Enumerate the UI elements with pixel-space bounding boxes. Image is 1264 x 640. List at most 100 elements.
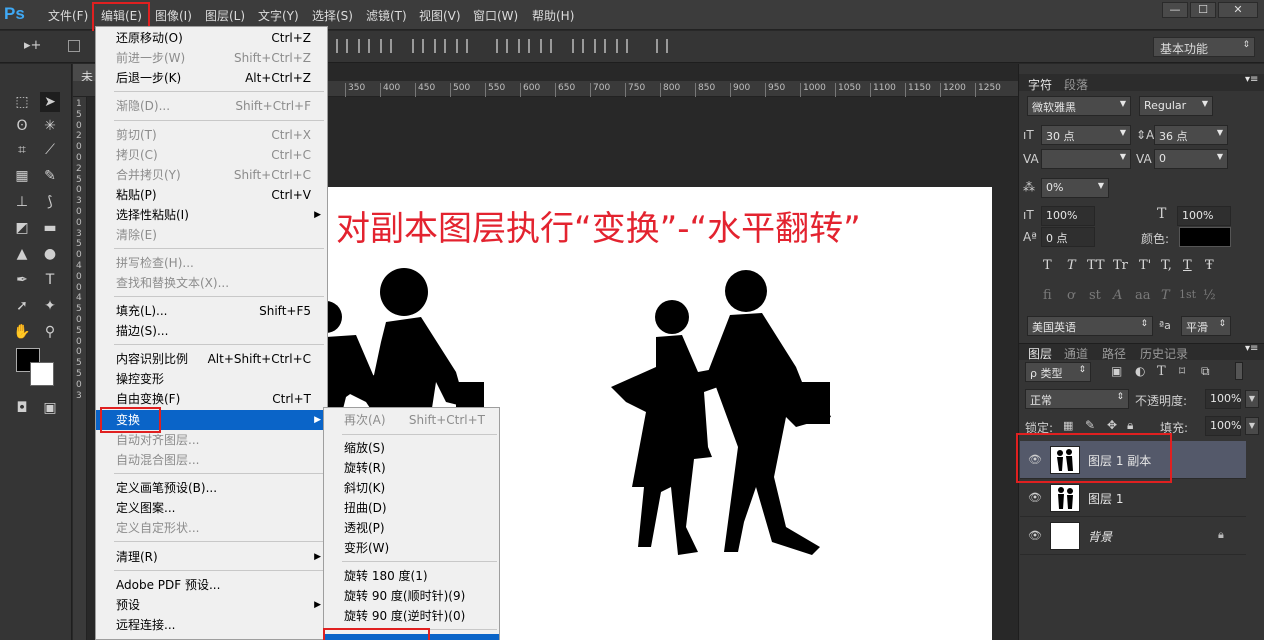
baseline-shift-field[interactable]: 0 点 xyxy=(1041,227,1095,247)
auto-align-icon[interactable] xyxy=(656,39,668,53)
discretionary-ligatures-icon[interactable]: st xyxy=(1089,288,1101,303)
submenu-item-rotate-90-ccw[interactable]: 旋转 90 度(逆时针)(0) xyxy=(324,606,499,626)
eraser-tool-icon[interactable]: ◩ xyxy=(12,218,32,238)
font-style-select[interactable]: Regular ▼ xyxy=(1139,96,1213,116)
opacity-field[interactable]: 100% xyxy=(1205,389,1241,409)
menu-type[interactable]: 文字(Y) xyxy=(258,7,299,24)
menu-layer[interactable]: 图层(L) xyxy=(205,7,245,24)
submenu-item-warp[interactable]: 变形(W) xyxy=(324,538,499,558)
menu-item-content-aware-scale[interactable]: 内容识别比例 Alt+Shift+Ctrl+C xyxy=(96,349,327,369)
screen-mode-icon[interactable]: ▣ xyxy=(40,398,60,418)
ligatures-icon[interactable]: fi xyxy=(1043,288,1052,303)
close-icon[interactable]: ✕ xyxy=(1218,2,1258,18)
menu-item-fade[interactable]: 渐隐(D)... Shift+Ctrl+F xyxy=(96,96,327,116)
menu-view[interactable]: 视图(V) xyxy=(419,7,461,24)
subscript-icon[interactable]: T, xyxy=(1161,258,1172,273)
font-size-field[interactable]: 30 点 ▼ xyxy=(1041,125,1131,145)
clone-stamp-tool-icon[interactable]: ⊥ xyxy=(12,192,32,212)
submenu-item-distort[interactable]: 扭曲(D) xyxy=(324,498,499,518)
submenu-item-scale[interactable]: 缩放(S) xyxy=(324,438,499,458)
menu-item-puppet-warp[interactable]: 操控变形 xyxy=(96,369,327,389)
align-icon[interactable] xyxy=(336,39,348,53)
blend-mode-select[interactable]: 正常 ⇕ xyxy=(1025,389,1129,409)
menu-item-remote-connections[interactable]: 远程连接... xyxy=(96,615,327,635)
menu-item-spell-check[interactable]: 拼写检查(H)... xyxy=(96,253,327,273)
menu-item-fill[interactable]: 填充(L)... Shift+F5 xyxy=(96,301,327,321)
path-selection-tool-icon[interactable]: ➚ xyxy=(12,296,32,316)
menu-file[interactable]: 文件(F) xyxy=(48,7,88,24)
dodge-tool-icon[interactable]: ● xyxy=(40,244,60,264)
submenu-item-rotate-180[interactable]: 旋转 180 度(1) xyxy=(324,566,499,586)
eye-icon[interactable]: 👁︎ xyxy=(1028,491,1042,505)
marquee-tool-icon[interactable]: ⬚ xyxy=(12,92,32,112)
menu-help[interactable]: 帮助(H) xyxy=(532,7,574,24)
healing-brush-tool-icon[interactable]: ▦ xyxy=(12,166,32,186)
ordinals-icon[interactable]: 1st xyxy=(1179,288,1196,301)
menu-select[interactable]: 选择(S) xyxy=(312,7,353,24)
fractions-icon[interactable]: ½ xyxy=(1203,288,1216,303)
menu-item-find-replace[interactable]: 查找和替换文本(X)... xyxy=(96,273,327,293)
lock-all-icon[interactable]: 🔒︎ xyxy=(1127,418,1133,433)
hand-tool-icon[interactable]: ✋ xyxy=(12,322,32,342)
filter-type-icon[interactable]: T xyxy=(1157,364,1166,379)
workspace-select[interactable]: 基本功能 ⇕ xyxy=(1153,37,1255,57)
menu-window[interactable]: 窗口(W) xyxy=(473,7,518,24)
magic-wand-tool-icon[interactable]: ✳ xyxy=(40,116,60,136)
brush-tool-icon[interactable]: ✎ xyxy=(40,166,60,186)
filter-shape-icon[interactable]: ⌑ xyxy=(1179,364,1185,378)
menu-item-free-transform[interactable]: 自由变换(F) Ctrl+T xyxy=(96,389,327,409)
submenu-item-skew[interactable]: 斜切(K) xyxy=(324,478,499,498)
menu-item-undo[interactable]: 还原移动(O) Ctrl+Z xyxy=(96,28,327,48)
distribute-icon[interactable] xyxy=(496,39,508,53)
eyedropper-tool-icon[interactable]: ⟋ xyxy=(40,140,60,160)
panel-menu-icon[interactable]: ▾≡ xyxy=(1245,343,1258,354)
menu-item-paste-special[interactable]: 选择性粘贴(I) ▶ xyxy=(96,205,327,225)
distribute-icon[interactable] xyxy=(616,39,628,53)
text-color-swatch[interactable] xyxy=(1179,227,1231,247)
submenu-item-rotate-90-cw[interactable]: 旋转 90 度(顺时针)(9) xyxy=(324,586,499,606)
align-icon[interactable] xyxy=(358,39,370,53)
menu-item-clear[interactable]: 清除(E) xyxy=(96,225,327,245)
move-tool-icon[interactable]: ▸+ xyxy=(24,38,41,53)
minimize-icon[interactable]: — xyxy=(1162,2,1188,18)
distribute-icon[interactable] xyxy=(518,39,530,53)
underline-icon[interactable]: T xyxy=(1183,258,1192,273)
swash-icon[interactable]: A xyxy=(1113,288,1122,303)
language-select[interactable]: 美国英语 ⇕ xyxy=(1027,316,1153,336)
small-caps-icon[interactable]: Tr xyxy=(1113,258,1128,273)
horizontal-scale-field[interactable]: 100% xyxy=(1177,206,1231,226)
menu-item-cut[interactable]: 剪切(T) Ctrl+X xyxy=(96,125,327,145)
tab-layers[interactable]: 图层 xyxy=(1028,345,1052,362)
menu-item-define-brush[interactable]: 定义画笔预设(B)... xyxy=(96,478,327,498)
menu-item-purge[interactable]: 清理(R) ▶ xyxy=(96,547,327,567)
pen-tool-icon[interactable]: ✒ xyxy=(12,270,32,290)
superscript-icon[interactable]: T' xyxy=(1139,258,1151,273)
history-brush-tool-icon[interactable]: ⟆ xyxy=(40,192,60,212)
submenu-item-perspective[interactable]: 透视(P) xyxy=(324,518,499,538)
tab-history[interactable]: 历史记录 xyxy=(1140,345,1188,362)
eye-icon[interactable]: 👁︎ xyxy=(1028,529,1042,543)
move-tool-icon[interactable]: ➤ xyxy=(40,92,60,112)
strikethrough-icon[interactable]: Ŧ xyxy=(1205,258,1214,273)
old-style-icon[interactable]: ơ xyxy=(1067,288,1075,303)
tracking-field[interactable]: 0 ▼ xyxy=(1154,149,1228,169)
menu-item-define-pattern[interactable]: 定义图案... xyxy=(96,498,327,518)
leading-field[interactable]: 36 点 ▼ xyxy=(1154,125,1228,145)
chevron-down-icon[interactable]: ▼ xyxy=(1245,390,1259,408)
lock-pixels-icon[interactable]: ✎ xyxy=(1085,418,1095,432)
filter-pixel-icon[interactable]: ▣ xyxy=(1111,364,1122,378)
menu-item-presets[interactable]: 预设 ▶ xyxy=(96,595,327,615)
filter-toggle-switch[interactable] xyxy=(1235,362,1243,380)
menu-item-auto-blend-layers[interactable]: 自动混合图层... xyxy=(96,450,327,470)
maximize-icon[interactable]: ☐ xyxy=(1190,2,1216,18)
tab-paths[interactable]: 路径 xyxy=(1102,345,1126,362)
filter-smart-object-icon[interactable]: ⧉ xyxy=(1201,364,1210,379)
chevron-down-icon[interactable]: ▼ xyxy=(1245,417,1259,435)
titling-alternates-icon[interactable]: T xyxy=(1161,288,1170,303)
distribute-icon[interactable] xyxy=(540,39,552,53)
menu-image[interactable]: 图像(I) xyxy=(155,7,192,24)
distribute-icon[interactable] xyxy=(572,39,584,53)
kerning-field[interactable]: ▼ xyxy=(1041,149,1131,169)
menu-item-paste[interactable]: 粘贴(P) Ctrl+V xyxy=(96,185,327,205)
menu-item-copy-merged[interactable]: 合并拷贝(Y) Shift+Ctrl+C xyxy=(96,165,327,185)
